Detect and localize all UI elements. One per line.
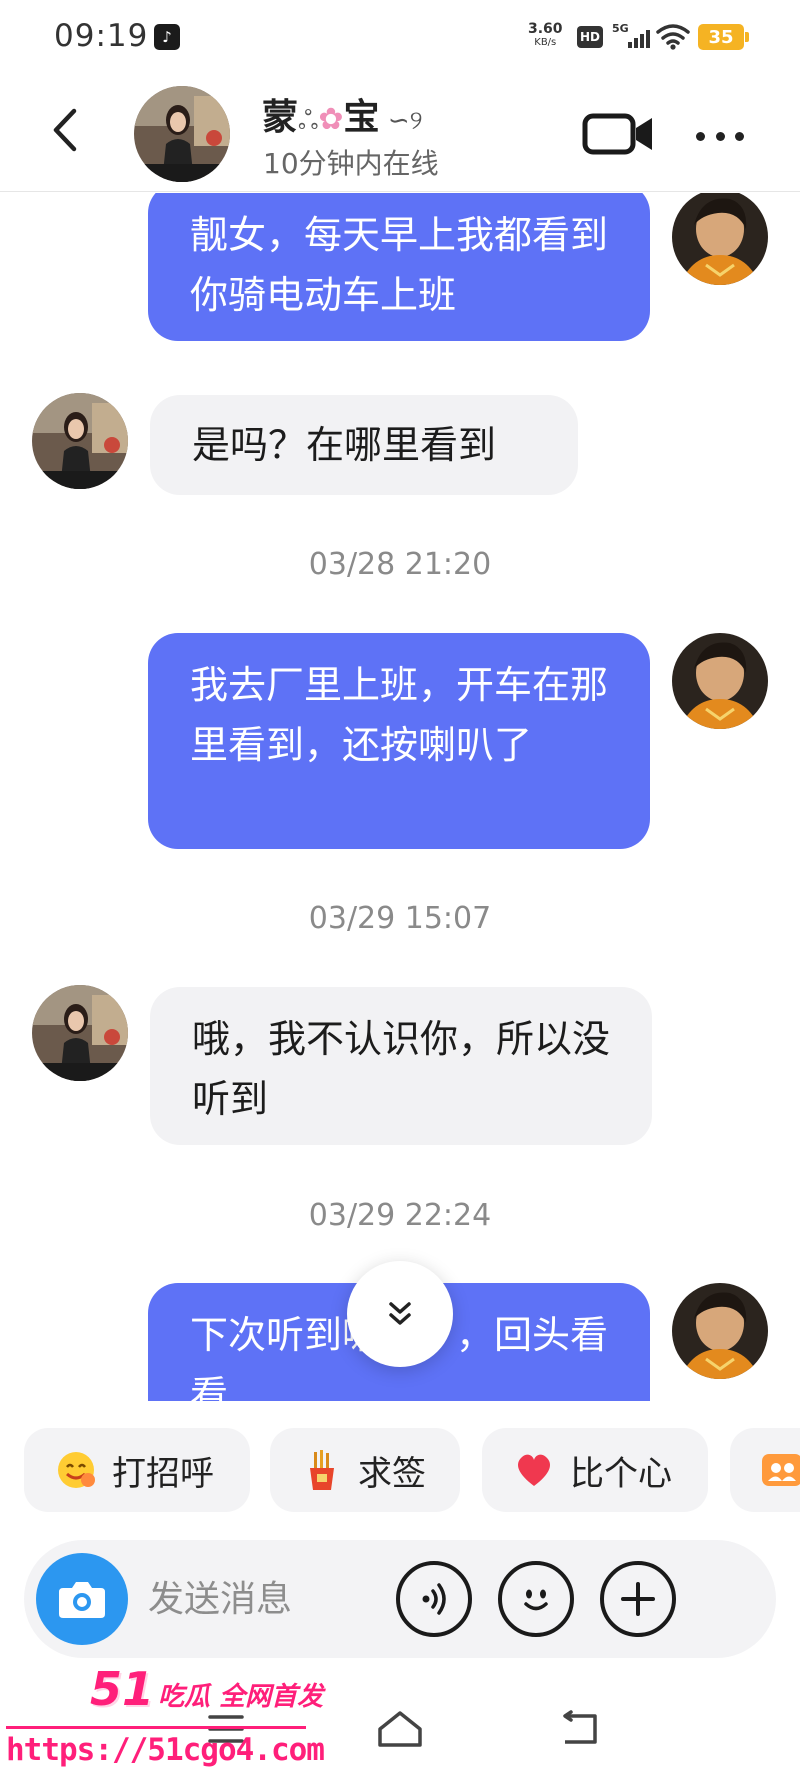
voice-message-button[interactable]	[396, 1561, 472, 1637]
heart-icon	[512, 1448, 556, 1492]
contact-name-part2: 宝	[343, 97, 380, 138]
double-chevron-down-icon	[389, 1302, 411, 1325]
message-input[interactable]	[148, 1570, 428, 1628]
fortune-sticks-icon	[300, 1448, 344, 1492]
chat-message-list[interactable]: 靓女，每天早上我都看到你骑电动车上班 是吗？在哪里看到 03/28 21:20 …	[0, 193, 800, 1401]
system-navigation-bar	[0, 1680, 800, 1778]
chevron-left-icon	[53, 108, 77, 152]
scroll-to-bottom-button[interactable]	[347, 1261, 453, 1367]
network-speed-unit: KB/s	[534, 37, 557, 48]
hd-icon: HD	[577, 26, 603, 48]
back-nav-button[interactable]	[550, 1704, 610, 1754]
male-avatar-photo	[672, 1283, 768, 1379]
male-avatar-photo	[672, 633, 768, 729]
female-avatar-photo	[32, 393, 128, 489]
message-input-bar	[24, 1540, 776, 1658]
contact-name-part1: 蒙	[262, 97, 299, 138]
female-avatar-photo	[32, 985, 128, 1081]
wifi-icon	[656, 24, 690, 50]
more-dots-icon	[696, 131, 705, 141]
outgoing-message-bubble[interactable]: 我去厂里上班，开车在那里看到，还按喇叭了	[148, 633, 650, 849]
incoming-message-bubble[interactable]: 是吗？在哪里看到	[150, 395, 578, 495]
camera-icon	[59, 1582, 105, 1618]
add-attachment-button[interactable]	[600, 1561, 676, 1637]
video-camera-icon	[582, 113, 652, 155]
smiley-icon	[524, 1589, 548, 1611]
network-speed: 3.60 KB/s	[528, 22, 563, 50]
message-timestamp: 03/29 15:07	[308, 901, 492, 936]
message-text: 我去厂里上班，开车在那里看到，还按喇叭了	[190, 663, 609, 767]
contact-message-avatar[interactable]	[32, 393, 128, 489]
quick-reply-heart[interactable]: 比个心	[482, 1428, 708, 1512]
recent-apps-button[interactable]	[196, 1704, 256, 1754]
chat-header: 蒙ஃ✿宝 ∽୨ 10分钟内在线	[0, 76, 800, 192]
message-text: 哦，我不认识你，所以没听到	[192, 1017, 611, 1121]
smiley-wave-icon	[54, 1448, 98, 1492]
tiktok-notification-icon: ♪	[154, 24, 180, 50]
message-text: 靓女，每天早上我都看到你骑电动车上班	[190, 213, 609, 317]
contact-avatar[interactable]	[134, 86, 230, 182]
more-options-button[interactable]	[690, 116, 750, 156]
home-icon	[378, 1711, 422, 1747]
quick-reply-bar[interactable]: 打招呼 求签 比个心	[0, 1428, 800, 1514]
male-avatar-photo	[672, 193, 768, 285]
status-time: 09:19	[54, 18, 149, 54]
quick-reply-greet[interactable]: 打招呼	[24, 1428, 250, 1512]
my-avatar[interactable]	[672, 193, 768, 285]
message-timestamp: 03/29 22:24	[308, 1198, 492, 1233]
decorative-swirl-icon: ∽୨	[379, 106, 423, 136]
outgoing-message-bubble[interactable]: 靓女，每天早上我都看到你骑电动车上班	[148, 193, 650, 341]
video-call-button[interactable]	[582, 106, 656, 162]
quick-reply-more[interactable]	[730, 1428, 800, 1512]
quick-reply-label: 打招呼	[112, 1453, 214, 1494]
group-icon	[760, 1448, 800, 1492]
quick-reply-label: 比个心	[570, 1453, 672, 1494]
incoming-message-bubble[interactable]: 哦，我不认识你，所以没听到	[150, 987, 652, 1145]
status-bar: 09:19 ♪ 3.60 KB/s HD 5G 35	[0, 0, 800, 76]
decorative-symbol-icon: ஃ	[298, 106, 319, 136]
message-text: 是吗？在哪里看到	[192, 423, 497, 467]
online-status: 10分钟内在线	[263, 147, 439, 180]
menu-lines-icon	[208, 1715, 244, 1743]
plus-icon	[621, 1582, 655, 1616]
home-button[interactable]	[370, 1704, 430, 1754]
emoji-button[interactable]	[498, 1561, 574, 1637]
voice-wave-icon	[422, 1583, 446, 1615]
return-arrow-icon	[563, 1710, 597, 1744]
my-avatar[interactable]	[672, 1283, 768, 1379]
quick-reply-fortune[interactable]: 求签	[270, 1428, 460, 1512]
message-timestamp: 03/28 21:20	[308, 547, 492, 582]
cherry-blossom-icon: ✿	[318, 102, 344, 137]
camera-button[interactable]	[36, 1553, 128, 1645]
female-avatar-photo	[134, 86, 230, 182]
my-avatar[interactable]	[672, 633, 768, 729]
quick-reply-label: 求签	[358, 1453, 426, 1494]
contact-message-avatar[interactable]	[32, 985, 128, 1081]
cellular-signal-icon: 5G	[612, 22, 650, 50]
network-speed-value: 3.60	[528, 21, 563, 37]
contact-name: 蒙ஃ✿宝 ∽୨	[262, 88, 423, 140]
network-type-label: 5G	[612, 22, 629, 35]
back-button[interactable]	[40, 100, 90, 160]
battery-icon: 35	[698, 24, 749, 50]
